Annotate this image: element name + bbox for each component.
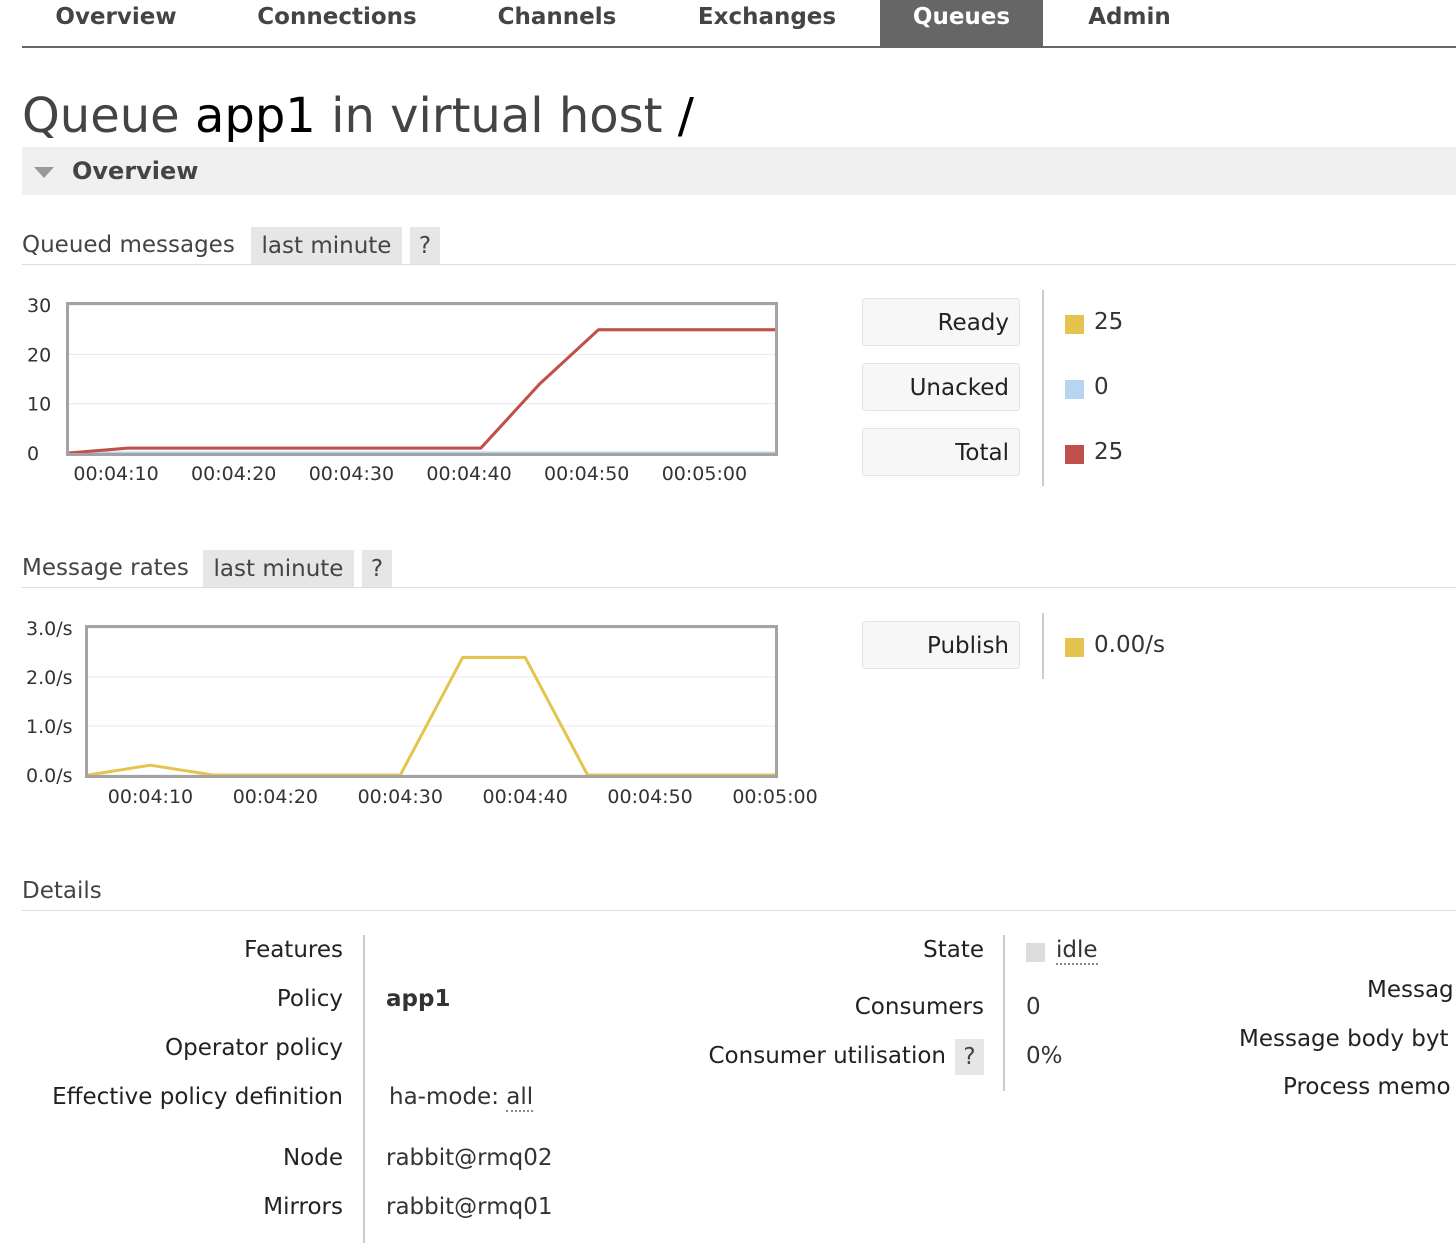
divider (22, 264, 1456, 265)
title-middle: in virtual host (331, 88, 663, 144)
series-line-ready (68, 328, 775, 455)
tab-overview[interactable]: Overview (22, 0, 210, 46)
state-indicator (1026, 943, 1045, 962)
overview-section-label: Overview (72, 157, 199, 185)
publish-color-swatch (1065, 638, 1084, 657)
x-tick-label: 00:04:10 (73, 463, 158, 485)
details-separator (1003, 935, 1005, 1091)
effective-policy-label: Effective policy definition (52, 1084, 343, 1110)
consumers-value: 0 (1026, 994, 1041, 1020)
state-label: State (923, 937, 984, 963)
page-title: Queue app1 in virtual host / (22, 88, 694, 144)
policy-mode-value: all (506, 1084, 534, 1112)
legend-unacked-label: Unacked (862, 363, 1020, 411)
mirrors-value: rabbit@rmq01 (386, 1194, 553, 1220)
state-value: idle (1056, 937, 1098, 965)
effective-policy-value: ha-mode: all (389, 1084, 534, 1112)
y-tick-label: 0.0/s (26, 765, 73, 787)
tab-exchanges[interactable]: Exchanges (672, 0, 862, 46)
consumer-utilisation-value: 0% (1026, 1043, 1063, 1069)
ready-value: 25 (1094, 309, 1124, 335)
y-tick-label: 20 (27, 344, 51, 366)
queue-name: app1 (194, 88, 316, 144)
state-value-wrap: idle (1056, 937, 1098, 965)
x-tick-label: 00:04:40 (426, 463, 511, 485)
message-body-bytes-label: Message body byt (1239, 1026, 1449, 1052)
chart-frame (66, 302, 778, 456)
x-tick-label: 00:04:20 (233, 786, 318, 808)
messages-label: Messag (1367, 977, 1454, 1003)
y-tick-label: 10 (27, 394, 51, 416)
x-tick-label: 00:05:00 (732, 786, 817, 808)
chart-frame (85, 625, 778, 778)
node-value: rabbit@rmq02 (386, 1145, 553, 1171)
x-tick-label: 00:04:40 (483, 786, 568, 808)
legend-publish-label: Publish (862, 621, 1020, 669)
legend-separator (1042, 613, 1044, 679)
mirrors-label: Mirrors (263, 1194, 343, 1220)
x-tick-label: 00:04:10 (108, 786, 193, 808)
legend-total-label: Total (862, 428, 1020, 476)
top-navigation: Overview Connections Channels Exchanges … (22, 0, 1456, 48)
tab-connections[interactable]: Connections (232, 0, 442, 46)
details-separator (363, 935, 365, 1243)
series-line-publish (87, 655, 775, 777)
consumers-label: Consumers (854, 994, 984, 1020)
y-tick-label: 30 (27, 295, 51, 317)
total-color-swatch (1065, 445, 1084, 464)
y-tick-label: 1.0/s (26, 716, 73, 738)
overview-section-toggle[interactable]: Overview (22, 147, 1456, 195)
publish-value: 0.00/s (1094, 632, 1165, 658)
details-heading: Details (22, 878, 102, 904)
consumer-utilisation-label: Consumer utilisation (708, 1043, 947, 1069)
policy-value[interactable]: app1 (386, 986, 450, 1012)
message-rates-heading: Message rates (22, 555, 189, 581)
divider (22, 910, 1456, 911)
y-tick-label: 3.0/s (26, 618, 73, 640)
node-label: Node (282, 1145, 343, 1171)
consumer-utilisation-help-button[interactable]: ? (955, 1039, 984, 1075)
legend-ready-label: Ready (862, 298, 1020, 346)
total-value: 25 (1094, 439, 1124, 465)
tab-channels[interactable]: Channels (472, 0, 642, 46)
y-tick-label: 2.0/s (26, 667, 73, 689)
features-label: Features (244, 937, 343, 963)
x-tick-label: 00:05:00 (662, 463, 747, 485)
x-tick-label: 00:04:50 (544, 463, 629, 485)
unacked-value: 0 (1094, 374, 1109, 400)
unacked-color-swatch (1065, 380, 1084, 399)
policy-label: Policy (276, 986, 343, 1012)
message-rates-help-button[interactable]: ? (362, 550, 392, 588)
message-rates-range-button[interactable]: last minute (203, 550, 354, 588)
policy-key: ha-mode: (389, 1084, 499, 1110)
x-tick-label: 00:04:20 (191, 463, 276, 485)
x-tick-label: 00:04:30 (309, 463, 394, 485)
series-line-total (68, 328, 775, 455)
queued-messages-heading: Queued messages (22, 232, 235, 258)
ready-color-swatch (1065, 315, 1084, 334)
collapse-triangle-icon (34, 167, 54, 178)
process-memory-label: Process memo (1283, 1074, 1451, 1100)
divider (22, 587, 1456, 588)
y-tick-label: 0 (27, 443, 39, 465)
title-prefix: Queue (22, 88, 180, 144)
tab-queues[interactable]: Queues (880, 0, 1043, 46)
x-tick-label: 00:04:30 (358, 786, 443, 808)
operator-policy-label: Operator policy (165, 1035, 343, 1061)
vhost-name: / (677, 88, 694, 144)
x-tick-label: 00:04:50 (607, 786, 692, 808)
queued-messages-help-button[interactable]: ? (410, 227, 440, 265)
queued-messages-range-button[interactable]: last minute (251, 227, 402, 265)
message-rates-chart: 0.0/s 1.0/s 2.0/s 3.0/s 00:04:10 00:04:20 00:0… (26, 618, 818, 808)
legend-separator (1042, 290, 1044, 486)
queued-messages-chart: 0 10 20 30 00:04:10 00:04:20 00:04:30 00:04:40 0… (27, 295, 778, 485)
tab-admin[interactable]: Admin (1072, 0, 1187, 46)
